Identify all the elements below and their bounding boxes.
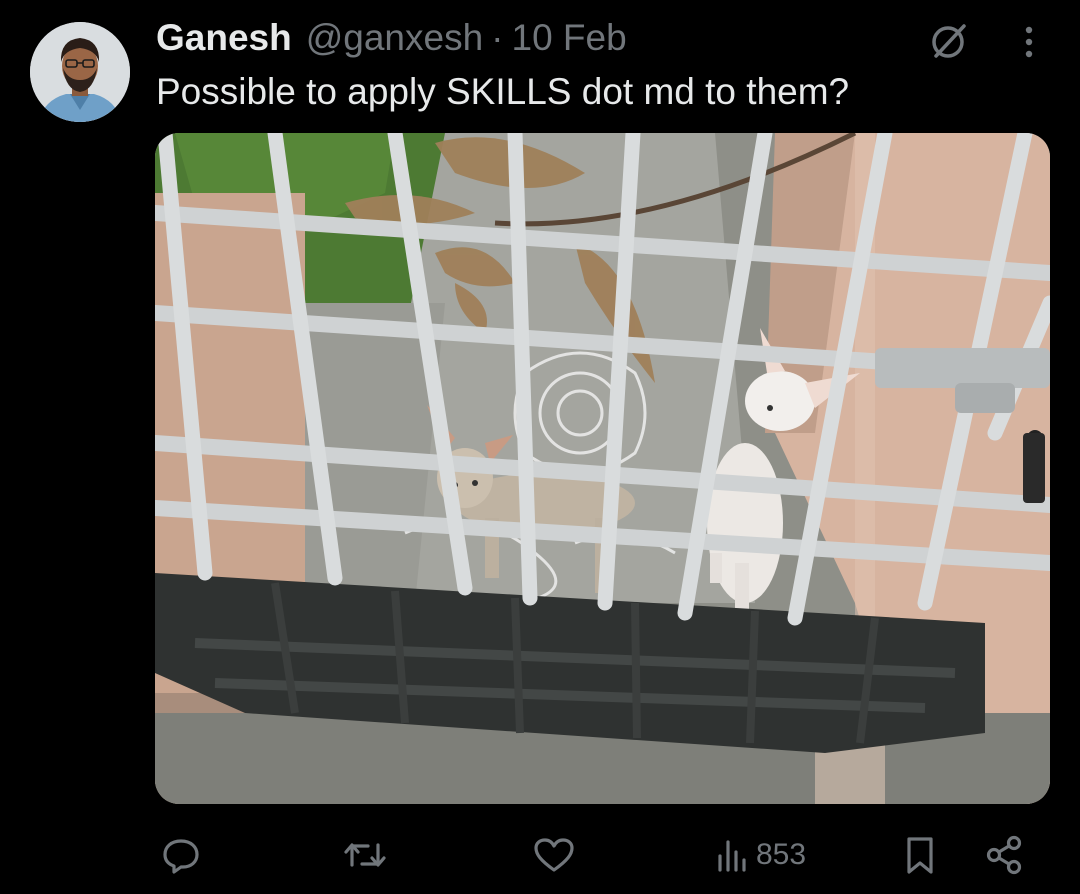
header-separator: · [491, 17, 504, 58]
photo-gate-puppies [155, 133, 1050, 804]
author-name[interactable]: Ganesh [156, 17, 292, 59]
share-icon [986, 835, 1022, 875]
retweet-button[interactable] [342, 830, 388, 880]
views-button[interactable]: 853 [716, 830, 806, 880]
bookmark-icon [907, 837, 933, 874]
retweet-icon [344, 843, 386, 867]
bookmark-button[interactable] [902, 830, 938, 880]
avatar-image [30, 22, 130, 122]
author-handle[interactable]: @ganxesh [306, 17, 483, 59]
grok-icon[interactable] [926, 20, 970, 64]
like-icon [534, 838, 574, 872]
reply-button[interactable] [160, 830, 202, 880]
reply-icon [163, 839, 199, 874]
tweet[interactable]: Ganesh @ganxesh · 10 Feb Possible to app… [0, 0, 1080, 894]
share-button[interactable] [984, 830, 1026, 880]
avatar[interactable] [30, 22, 130, 122]
tweet-header: Ganesh @ganxesh · 10 Feb [156, 14, 627, 62]
tweet-actions: 853 [0, 830, 1080, 880]
like-button[interactable] [532, 830, 576, 880]
more-icon[interactable] [1014, 20, 1044, 64]
tweet-text: Possible to apply SKILLS dot md to them? [156, 71, 850, 112]
views-count: 853 [756, 838, 807, 871]
views-icon [718, 840, 746, 872]
tweet-date[interactable]: 10 Feb [512, 17, 627, 59]
tweet-photo[interactable] [155, 133, 1050, 804]
